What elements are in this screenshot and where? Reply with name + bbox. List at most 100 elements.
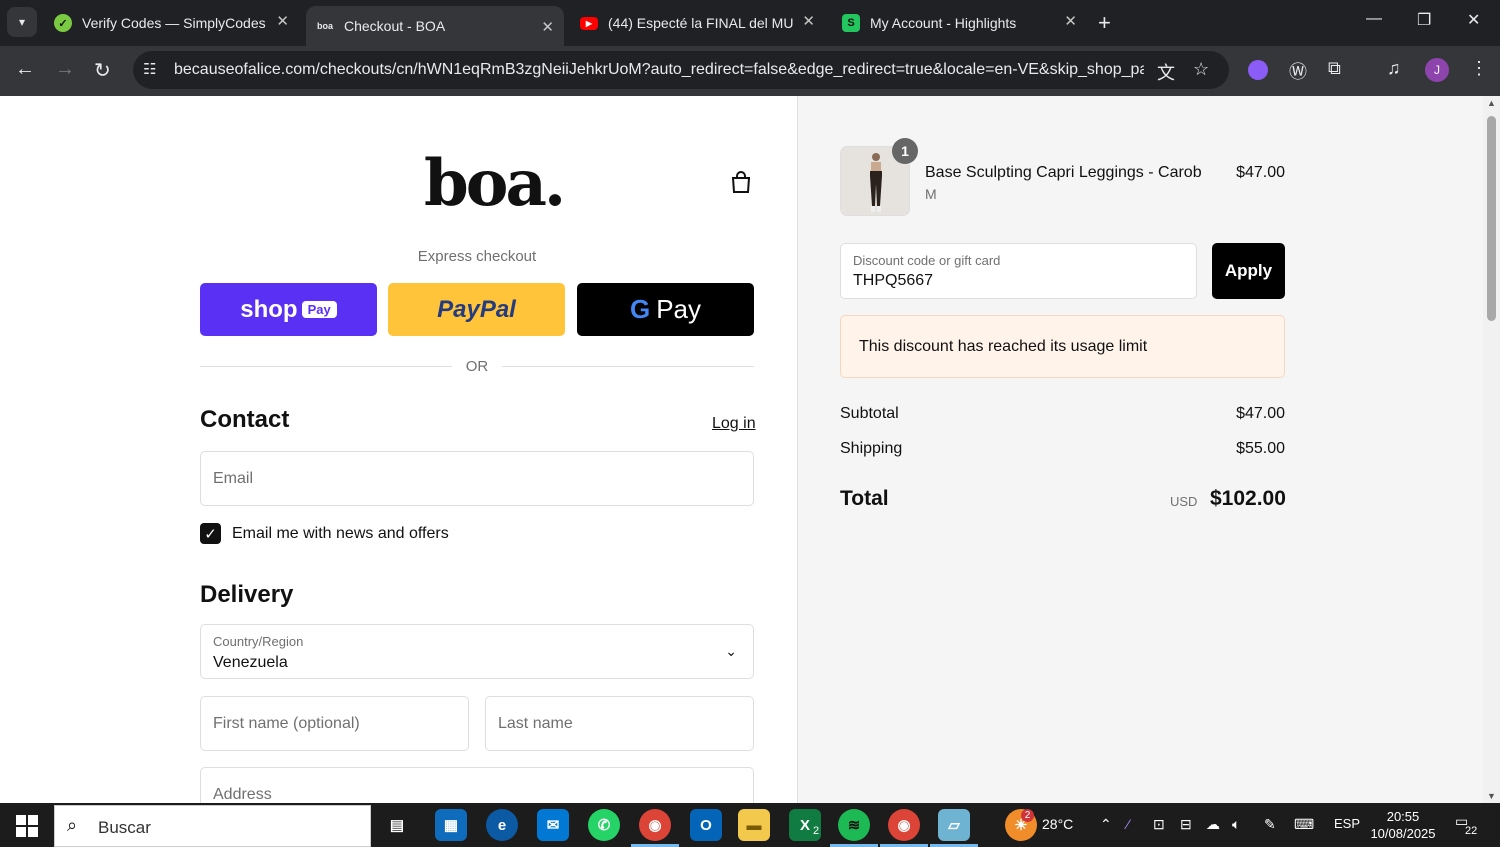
address-field[interactable]: Address xyxy=(200,767,754,803)
scroll-up-icon[interactable]: ▲ xyxy=(1487,98,1496,108)
onedrive-cloud-icon[interactable]: ☁ xyxy=(1206,816,1220,833)
pen-ink-icon[interactable]: ✎ xyxy=(1264,816,1276,833)
back-arrow-icon[interactable]: ← xyxy=(15,58,35,81)
newsletter-label[interactable]: Email me with news and offers xyxy=(232,525,449,543)
total-label: Total xyxy=(840,487,889,510)
pen-app-icon[interactable]: ⁄ xyxy=(1127,816,1129,832)
new-tab-plus-icon[interactable]: + xyxy=(1098,10,1111,36)
reload-icon[interactable]: ↻ xyxy=(94,58,111,83)
browser-tab-strip: ▾ ✓ Verify Codes — SimplyCodes ✕ boa Che… xyxy=(0,0,1500,46)
email-placeholder: Email xyxy=(213,470,254,487)
paypal-button[interactable]: PayPal xyxy=(388,283,565,336)
tab-simplycodes[interactable]: ✓ Verify Codes — SimplyCodes ✕ xyxy=(44,0,299,46)
bookmark-star-icon[interactable]: ☆ xyxy=(1193,59,1209,80)
extension-w-icon[interactable]: Ⓦ xyxy=(1289,58,1307,84)
last-name-placeholder: Last name xyxy=(498,715,573,732)
tab-highlights[interactable]: S My Account - Highlights ✕ xyxy=(832,0,1087,46)
clock-date: 10/08/2025 xyxy=(1370,826,1436,841)
excel-badge: 2 xyxy=(813,825,820,837)
discount-value: THPQ5667 xyxy=(853,272,934,289)
clock-time: 20:55 xyxy=(1386,809,1420,824)
address-bar[interactable]: ☷ becauseofalice.com/checkouts/cn/hWN1eq… xyxy=(133,51,1229,89)
first-name-field[interactable]: First name (optional) xyxy=(200,696,469,751)
app-window-icon[interactable]: ▱ xyxy=(938,809,970,841)
minimize-icon[interactable]: — xyxy=(1366,10,1382,28)
newsletter-checkbox[interactable]: ✓ xyxy=(200,523,221,544)
discount-code-field[interactable]: Discount code or gift card THPQ5667 xyxy=(840,243,1197,299)
outlook-icon[interactable]: O xyxy=(690,809,722,841)
log-in-link[interactable]: Log in xyxy=(712,415,756,433)
file-explorer-icon[interactable]: ▬ xyxy=(738,809,770,841)
chrome-icon[interactable]: ◉ xyxy=(639,809,671,841)
profile-avatar[interactable]: J xyxy=(1425,58,1449,82)
windows-taskbar: ⌕ Buscar ▤ ▦ e ✉ ✆ ◉ O ▬ X 2 ≋ ◉ ▱ ☀ 2 2… xyxy=(0,803,1500,847)
task-view-icon[interactable]: ▤ xyxy=(381,809,413,841)
language-indicator[interactable]: ESP xyxy=(1334,816,1360,831)
total-value: $102.00 xyxy=(1210,487,1286,510)
close-tab-icon[interactable]: ✕ xyxy=(276,12,289,30)
boa-logo[interactable]: boa. xyxy=(424,146,566,221)
boa-favicon-icon: boa xyxy=(316,21,333,31)
google-pay-word: Pay xyxy=(656,294,702,324)
extensions-puzzle-icon[interactable]: ⧉ xyxy=(1328,58,1341,79)
product-variant: M xyxy=(925,186,937,202)
spotify-icon[interactable]: ≋ xyxy=(838,809,870,841)
close-tab-icon[interactable]: ✕ xyxy=(1064,12,1077,30)
google-pay-button[interactable]: G Pay xyxy=(577,283,754,336)
mail-icon[interactable]: ✉ xyxy=(537,809,569,841)
network-icon[interactable]: ⊟ xyxy=(1180,816,1192,833)
close-window-icon[interactable]: ✕ xyxy=(1467,10,1480,30)
translate-icon[interactable]: 文 xyxy=(1157,59,1175,85)
google-g-icon: G xyxy=(629,294,651,324)
edge-icon[interactable]: e xyxy=(486,809,518,841)
divider-left xyxy=(200,366,452,367)
last-name-field[interactable]: Last name xyxy=(485,696,754,751)
volume-icon[interactable]: 🔈︎ xyxy=(1232,816,1240,833)
quantity-badge: 1 xyxy=(892,138,918,164)
scroll-down-icon[interactable]: ▼ xyxy=(1487,791,1496,801)
close-tab-icon[interactable]: ✕ xyxy=(541,18,554,36)
tab-search-button[interactable]: ▾ xyxy=(7,7,37,37)
taskbar-search-box[interactable]: ⌕ Buscar xyxy=(54,805,371,847)
page-scrollbar[interactable]: ▲ ▼ xyxy=(1483,96,1500,803)
media-control-icon[interactable]: ♫ xyxy=(1387,58,1401,79)
show-hidden-icons-icon[interactable]: ⌃ xyxy=(1100,816,1112,833)
browser-menu-icon[interactable]: ⋮ xyxy=(1470,58,1488,79)
weather-temp[interactable]: 28°C xyxy=(1042,816,1073,832)
simplycodes-icon: ✓ xyxy=(54,14,72,32)
apply-button[interactable]: Apply xyxy=(1212,243,1285,299)
url-text[interactable]: becauseofalice.com/checkouts/cn/hWN1eqRm… xyxy=(174,61,1144,79)
microsoft-store-icon[interactable]: ▦ xyxy=(435,809,467,841)
notification-count: 22 xyxy=(1465,825,1478,837)
close-tab-icon[interactable]: ✕ xyxy=(802,12,815,30)
or-separator: OR xyxy=(465,358,489,375)
keyboard-icon[interactable]: ⌨ xyxy=(1294,816,1314,833)
clock[interactable]: 20:55 10/08/2025 xyxy=(1368,808,1438,842)
shipping-value: $55.00 xyxy=(1236,440,1285,457)
whatsapp-icon[interactable]: ✆ xyxy=(588,809,620,841)
tab-checkout-boa[interactable]: boa Checkout - BOA ✕ xyxy=(306,6,564,46)
site-info-icon[interactable]: ☷ xyxy=(143,60,156,78)
forward-arrow-icon[interactable]: → xyxy=(55,58,75,81)
shopping-bag-icon[interactable] xyxy=(730,170,752,194)
subtotal-label: Subtotal xyxy=(840,405,899,422)
tab-title: (44) Especté la FINAL del MUNDIAL xyxy=(608,15,793,31)
country-select[interactable]: Country/Region Venezuela ⌄ xyxy=(200,624,754,679)
scroll-thumb[interactable] xyxy=(1487,116,1496,321)
youtube-icon: ▶ xyxy=(580,16,598,30)
restore-icon[interactable]: ❐ xyxy=(1417,10,1431,30)
contact-heading: Contact xyxy=(200,406,290,433)
shop-pay-button[interactable]: shop Pay xyxy=(200,283,377,336)
windows-start-icon[interactable] xyxy=(16,815,38,837)
express-checkout-label: Express checkout xyxy=(417,248,537,265)
extension-purple-icon[interactable] xyxy=(1248,60,1268,80)
email-field[interactable]: Email xyxy=(200,451,754,506)
tab-youtube[interactable]: ▶ (44) Especté la FINAL del MUNDIAL ✕ xyxy=(570,0,825,46)
browser-toolbar: ← → ↻ ☷ becauseofalice.com/checkouts/cn/… xyxy=(0,46,1500,96)
country-value: Venezuela xyxy=(213,654,288,671)
tray-app-icon[interactable]: ⊡ xyxy=(1153,816,1165,833)
search-icon: ⌕ xyxy=(67,815,78,835)
subtotal-value: $47.00 xyxy=(1236,405,1285,422)
chrome-profile-icon[interactable]: ◉ xyxy=(888,809,920,841)
highlights-s-icon: S xyxy=(842,14,860,32)
